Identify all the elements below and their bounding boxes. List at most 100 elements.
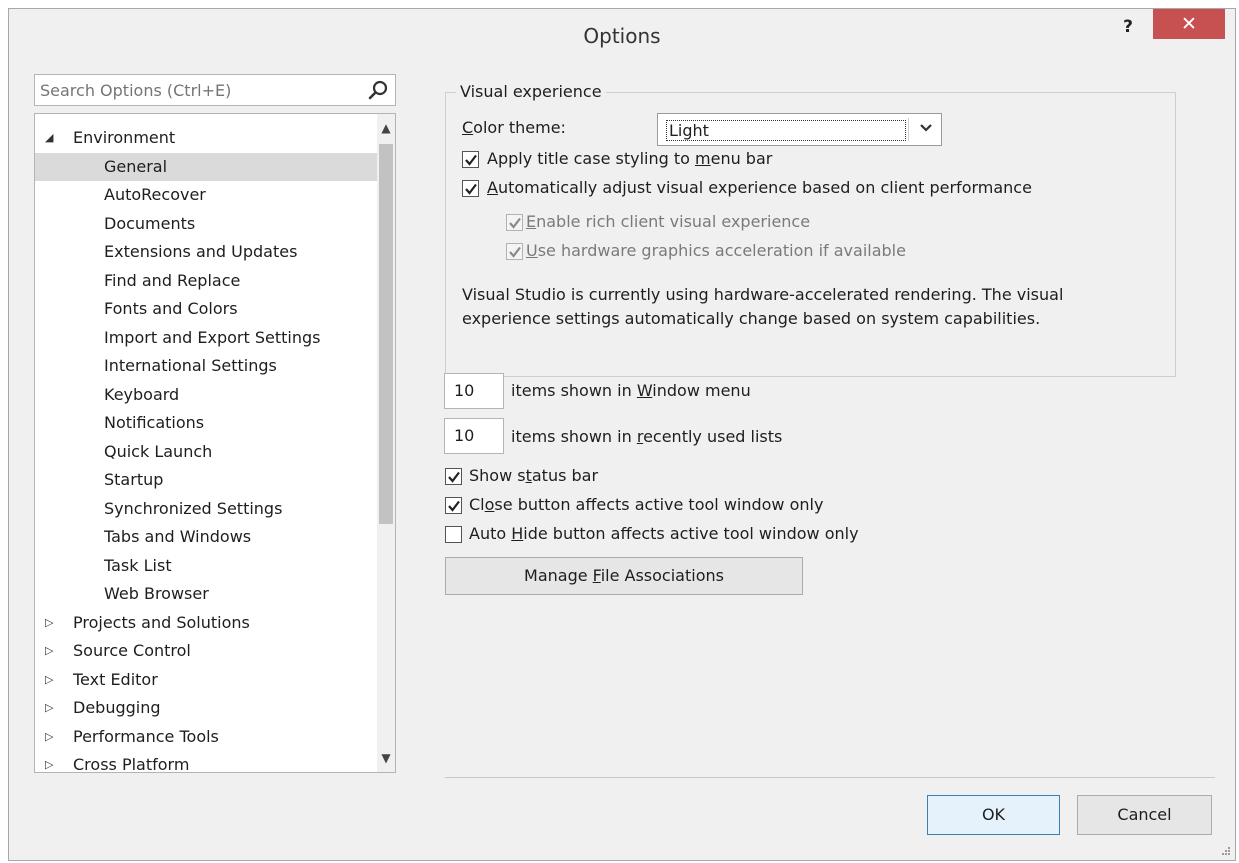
tree-item[interactable]: Notifications [35, 409, 385, 438]
auto-adjust-checkbox[interactable] [462, 180, 479, 197]
search-icon[interactable] [367, 79, 389, 101]
tree-item-label: Notifications [104, 413, 205, 432]
collapsed-arrow-icon[interactable]: ▷ [45, 694, 59, 722]
tree-item-label: Tabs and Windows [104, 527, 252, 546]
close-button-affects-label[interactable]: Close button affects active tool window … [469, 495, 823, 514]
tree-item-label: Synchronized Settings [104, 498, 283, 518]
tree-item[interactable]: AutoRecover [35, 181, 385, 210]
tree-category[interactable]: ◢ Environment [35, 124, 385, 153]
tree-category[interactable]: ▷ Debugging [35, 694, 385, 723]
tree-item[interactable]: Extensions and Updates [35, 238, 385, 267]
window-menu-text-a: items shown in [511, 381, 637, 400]
rendering-info-line2: experience settings automatically change… [462, 309, 1041, 328]
checkmark-icon [465, 183, 477, 195]
close-button-affects-checkbox[interactable] [445, 497, 462, 514]
tree-item[interactable]: Tabs and Windows [35, 523, 385, 552]
tree-item[interactable]: Import and Export Settings [35, 324, 385, 353]
apply-title-case-text-b: enu bar [710, 149, 773, 168]
collapsed-arrow-icon[interactable]: ▷ [45, 751, 59, 772]
tree-item[interactable]: Task List [35, 552, 385, 581]
scroll-down-icon[interactable]: ▼ [377, 748, 395, 768]
tree-item-label: Text Editor [73, 669, 158, 689]
tree-item-label: Import and Export Settings [104, 327, 321, 347]
tree-item[interactable]: Find and Replace [35, 267, 385, 296]
tree-item-label: Performance Tools [73, 726, 219, 746]
collapsed-arrow-icon[interactable]: ▷ [45, 723, 59, 751]
help-button[interactable]: ? [1113, 13, 1143, 41]
scroll-up-icon[interactable]: ▲ [377, 118, 395, 138]
tree-item-label: Extensions and Updates [104, 242, 298, 261]
recent-lists-count-input[interactable]: 10 [444, 418, 504, 454]
tree-item[interactable]: Quick Launch [35, 438, 385, 467]
hw-accel-checkbox[interactable] [506, 243, 523, 260]
tree-item-label: General [104, 156, 168, 176]
apply-title-case-label[interactable]: Apply title case styling to menu bar [487, 149, 772, 168]
rich-client-checkbox[interactable] [506, 214, 523, 231]
scroll-thumb[interactable] [379, 144, 393, 524]
rich-client-accel: E [526, 212, 537, 231]
tree-category[interactable]: ▷ Source Control [35, 637, 385, 666]
window-menu-text-b: indow menu [652, 381, 751, 400]
hw-accel-text: se hardware graphics acceleration if ava… [537, 241, 906, 260]
checkmark-icon [448, 471, 460, 483]
auto-adjust-label[interactable]: Automatically adjust visual experience b… [487, 178, 1032, 197]
tree-category[interactable]: ▷ Performance Tools [35, 723, 385, 752]
tree-item-label: Quick Launch [104, 441, 213, 461]
auto-hide-affects-label[interactable]: Auto Hide button affects active tool win… [469, 524, 859, 543]
auto-adjust-accel: A [487, 178, 498, 197]
checkmark-icon [448, 500, 460, 512]
ok-button[interactable]: OK [927, 795, 1060, 835]
tree-item[interactable]: Web Browser [35, 580, 385, 609]
apply-title-case-text-a: Apply title case styling to [487, 149, 695, 168]
show-status-bar-label[interactable]: Show status bar [469, 466, 598, 485]
tree-item-label: AutoRecover [104, 185, 206, 204]
collapsed-arrow-icon[interactable]: ▷ [45, 609, 59, 637]
expanded-arrow-icon[interactable]: ◢ [45, 124, 59, 152]
checkmark-icon [465, 154, 477, 166]
manage-file-assoc-accel: F [592, 566, 601, 585]
show-status-bar-checkbox[interactable] [445, 468, 462, 485]
options-tree[interactable]: ◢ Environment General AutoRecover Documents E… [34, 113, 396, 773]
tree-item[interactable]: Keyboard [35, 381, 385, 410]
collapsed-arrow-icon[interactable]: ▷ [45, 637, 59, 665]
color-theme-select[interactable]: Light [657, 113, 942, 146]
tree-item[interactable]: Startup [35, 466, 385, 495]
tree-scrollbar[interactable]: ▲ ▼ [377, 114, 395, 772]
tree-category[interactable]: ▷ Text Editor [35, 666, 385, 695]
tree-category[interactable]: ▷ Cross Platform [35, 751, 385, 772]
title-bar[interactable]: Options ? ✕ [9, 9, 1235, 63]
search-input[interactable] [35, 75, 357, 105]
rich-client-text: nable rich client visual experience [536, 212, 811, 231]
window-menu-label: items shown in Window menu [511, 381, 751, 400]
tree-item[interactable]: Synchronized Settings [35, 495, 385, 524]
rich-client-label[interactable]: Enable rich client visual experience [526, 212, 810, 231]
search-box [34, 74, 396, 106]
tree-category[interactable]: ▷ Projects and Solutions [35, 609, 385, 638]
collapsed-arrow-icon[interactable]: ▷ [45, 666, 59, 694]
tree-item-label: Startup [104, 470, 164, 489]
tree-item[interactable]: General [35, 152, 385, 181]
recent-lists-text-b: ecently used lists [643, 427, 783, 446]
tree-item[interactable]: Fonts and Colors [35, 295, 385, 324]
resize-grip-icon[interactable] [1221, 846, 1231, 856]
visual-experience-legend: Visual experience [456, 82, 606, 101]
cancel-button[interactable]: Cancel [1077, 795, 1212, 835]
close-button-affects-accel: o [484, 495, 495, 514]
window-menu-count-input[interactable]: 10 [444, 373, 504, 409]
combo-separator [908, 118, 909, 141]
color-theme-label-text: olor theme: [473, 118, 566, 137]
tree-item[interactable]: Documents [35, 210, 385, 239]
auto-adjust-text: utomatically adjust visual experience ba… [497, 178, 1032, 197]
rendering-info-line1: Visual Studio is currently using hardwar… [462, 285, 1064, 304]
close-button[interactable]: ✕ [1153, 9, 1225, 39]
apply-title-case-checkbox[interactable] [462, 151, 479, 168]
tree-item-label: Keyboard [104, 384, 180, 404]
color-theme-label-accel: C [462, 118, 474, 137]
tree-item-label: Web Browser [104, 584, 209, 603]
tree-item[interactable]: International Settings [35, 352, 385, 381]
chevron-down-icon[interactable] [911, 114, 941, 145]
tree-item-label: Task List [104, 555, 172, 575]
manage-file-associations-button[interactable]: Manage File Associations [445, 557, 803, 595]
auto-hide-affects-checkbox[interactable] [445, 526, 462, 543]
hw-accel-label[interactable]: Use hardware graphics acceleration if av… [526, 241, 906, 260]
